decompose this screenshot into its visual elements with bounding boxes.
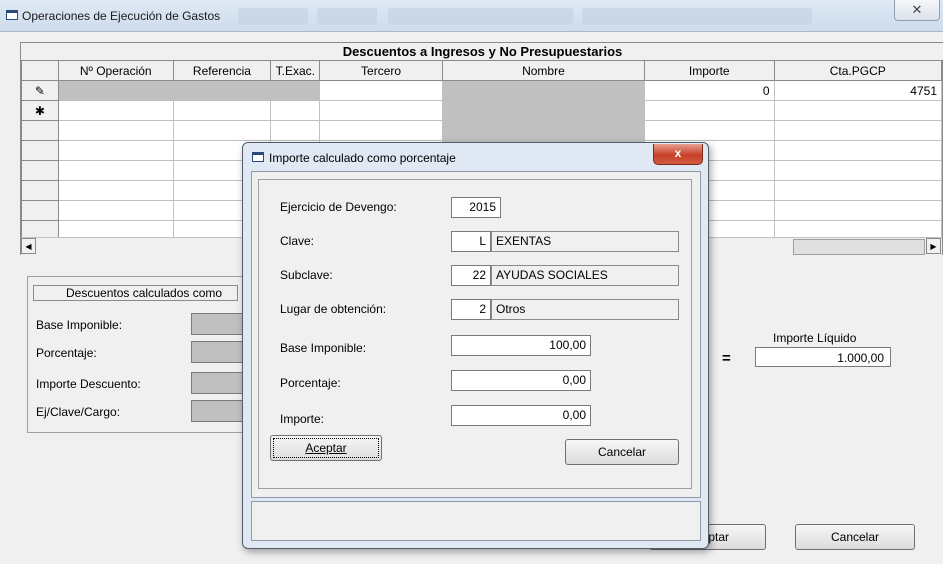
- base-imponible-label: Base Imponible:: [36, 318, 123, 332]
- table-row[interactable]: ✱: [21, 100, 943, 121]
- importe-liquido-label: Importe Líquido: [773, 331, 857, 345]
- scroll-left-icon[interactable]: ◀: [21, 238, 36, 254]
- dialog-titlebar[interactable]: Importe calculado como porcentaje x: [243, 143, 708, 171]
- cell[interactable]: [270, 100, 321, 121]
- clave-description: EXENTAS: [491, 231, 679, 252]
- col-header-num-operacion[interactable]: Nº Operación: [57, 60, 174, 81]
- subclave-label: Subclave:: [280, 268, 333, 282]
- importe-descuento-label: Importe Descuento:: [36, 377, 141, 391]
- porcentaje-input[interactable]: 0,00: [451, 370, 591, 391]
- cell[interactable]: [172, 80, 272, 101]
- scroll-thumb[interactable]: [793, 239, 925, 255]
- ejercicio-field[interactable]: 2015: [451, 197, 501, 218]
- dialog-body: Ejercicio de Devengo: 2015 Clave: L EXEN…: [251, 171, 701, 498]
- cell[interactable]: [172, 100, 272, 121]
- ej-clave-cargo-label: Ej/Clave/Cargo:: [36, 405, 121, 419]
- dialog-cancelar-button[interactable]: Cancelar: [565, 439, 679, 465]
- cell[interactable]: [57, 100, 174, 121]
- lugar-field[interactable]: 2: [451, 299, 491, 320]
- row-selector[interactable]: [21, 180, 59, 201]
- clave-label: Clave:: [280, 234, 315, 248]
- blurred-region: [317, 8, 377, 25]
- col-header-texac[interactable]: T.Exac.: [270, 60, 321, 81]
- window-titlebar: Operaciones de Ejecución de Gastos ✕: [0, 0, 943, 32]
- base-imponible-label: Base Imponible:: [280, 341, 367, 355]
- blurred-region: [388, 8, 573, 25]
- lugar-label: Lugar de obtención:: [280, 302, 387, 316]
- row-selector[interactable]: [21, 140, 59, 161]
- dialog-title: Importe calculado como porcentaje: [269, 151, 456, 165]
- dialog-close-button[interactable]: x: [653, 144, 703, 165]
- app-icon: [252, 152, 264, 162]
- row-selector[interactable]: [21, 200, 59, 221]
- porcentaje-dialog: Importe calculado como porcentaje x Ejer…: [242, 142, 709, 549]
- window-title: Operaciones de Ejecución de Gastos: [22, 9, 221, 23]
- app-icon: [6, 10, 18, 20]
- row-selector[interactable]: [21, 160, 59, 181]
- cancelar-label: Cancelar: [830, 530, 880, 544]
- cell[interactable]: [319, 80, 443, 101]
- lugar-description: Otros: [491, 299, 679, 320]
- cell[interactable]: [773, 100, 943, 121]
- ejercicio-label: Ejercicio de Devengo:: [280, 200, 397, 214]
- clave-field[interactable]: L: [451, 231, 491, 252]
- cell[interactable]: [441, 80, 646, 101]
- base-imponible-field[interactable]: [191, 313, 242, 335]
- panel-title: Descuentos calculados como: [33, 285, 238, 301]
- window-close-button[interactable]: ✕: [894, 0, 940, 21]
- importe-liquido-field: 1.000,00: [755, 347, 891, 367]
- importe-label: Importe:: [280, 412, 325, 426]
- subclave-description: AYUDAS SOCIALES: [491, 265, 679, 286]
- cancelar-label: Cancelar: [597, 445, 647, 459]
- col-header-importe[interactable]: Importe: [644, 60, 775, 81]
- blurred-region: [582, 8, 812, 25]
- col-header-nombre[interactable]: Nombre: [441, 60, 646, 81]
- row-selector-header: [21, 60, 59, 81]
- col-header-referencia[interactable]: Referencia: [172, 60, 272, 81]
- scroll-right-icon[interactable]: ▶: [926, 238, 941, 254]
- equals-sign: =: [722, 350, 731, 367]
- cancelar-button[interactable]: Cancelar: [795, 524, 915, 550]
- pencil-icon: ✎: [21, 80, 59, 101]
- col-header-cta-pgcp[interactable]: Cta.PGCP: [773, 60, 943, 81]
- new-row-icon: ✱: [21, 100, 59, 121]
- cell-importe[interactable]: 0: [644, 80, 775, 101]
- subclave-field[interactable]: 22: [451, 265, 491, 286]
- cell[interactable]: [644, 100, 775, 121]
- porcentaje-label: Porcentaje:: [280, 376, 341, 390]
- blurred-region: [238, 8, 308, 25]
- table-row[interactable]: ✎ 0 4751: [21, 80, 943, 101]
- importe-input[interactable]: 0,00: [451, 405, 591, 426]
- aceptar-label: Aceptar: [305, 441, 347, 455]
- porcentaje-field[interactable]: [191, 341, 242, 363]
- table-row: [21, 120, 943, 141]
- row-selector[interactable]: [21, 120, 59, 141]
- cell-cta-pgcp[interactable]: 4751: [773, 80, 943, 101]
- ej-clave-cargo-field[interactable]: [191, 400, 242, 422]
- grid-caption: Descuentos a Ingresos y No Presupuestari…: [21, 43, 943, 61]
- dialog-footer: [251, 501, 701, 541]
- cell[interactable]: [57, 80, 174, 101]
- importe-descuento-field[interactable]: [191, 372, 242, 394]
- porcentaje-label: Porcentaje:: [36, 346, 97, 360]
- cell[interactable]: [441, 100, 646, 121]
- dialog-group: Ejercicio de Devengo: 2015 Clave: L EXEN…: [258, 179, 692, 489]
- base-imponible-input[interactable]: 100,00: [451, 335, 591, 356]
- dialog-aceptar-button[interactable]: Aceptar: [270, 435, 382, 461]
- cell[interactable]: [270, 80, 321, 101]
- cell[interactable]: [319, 100, 443, 121]
- col-header-tercero[interactable]: Tercero: [319, 60, 443, 81]
